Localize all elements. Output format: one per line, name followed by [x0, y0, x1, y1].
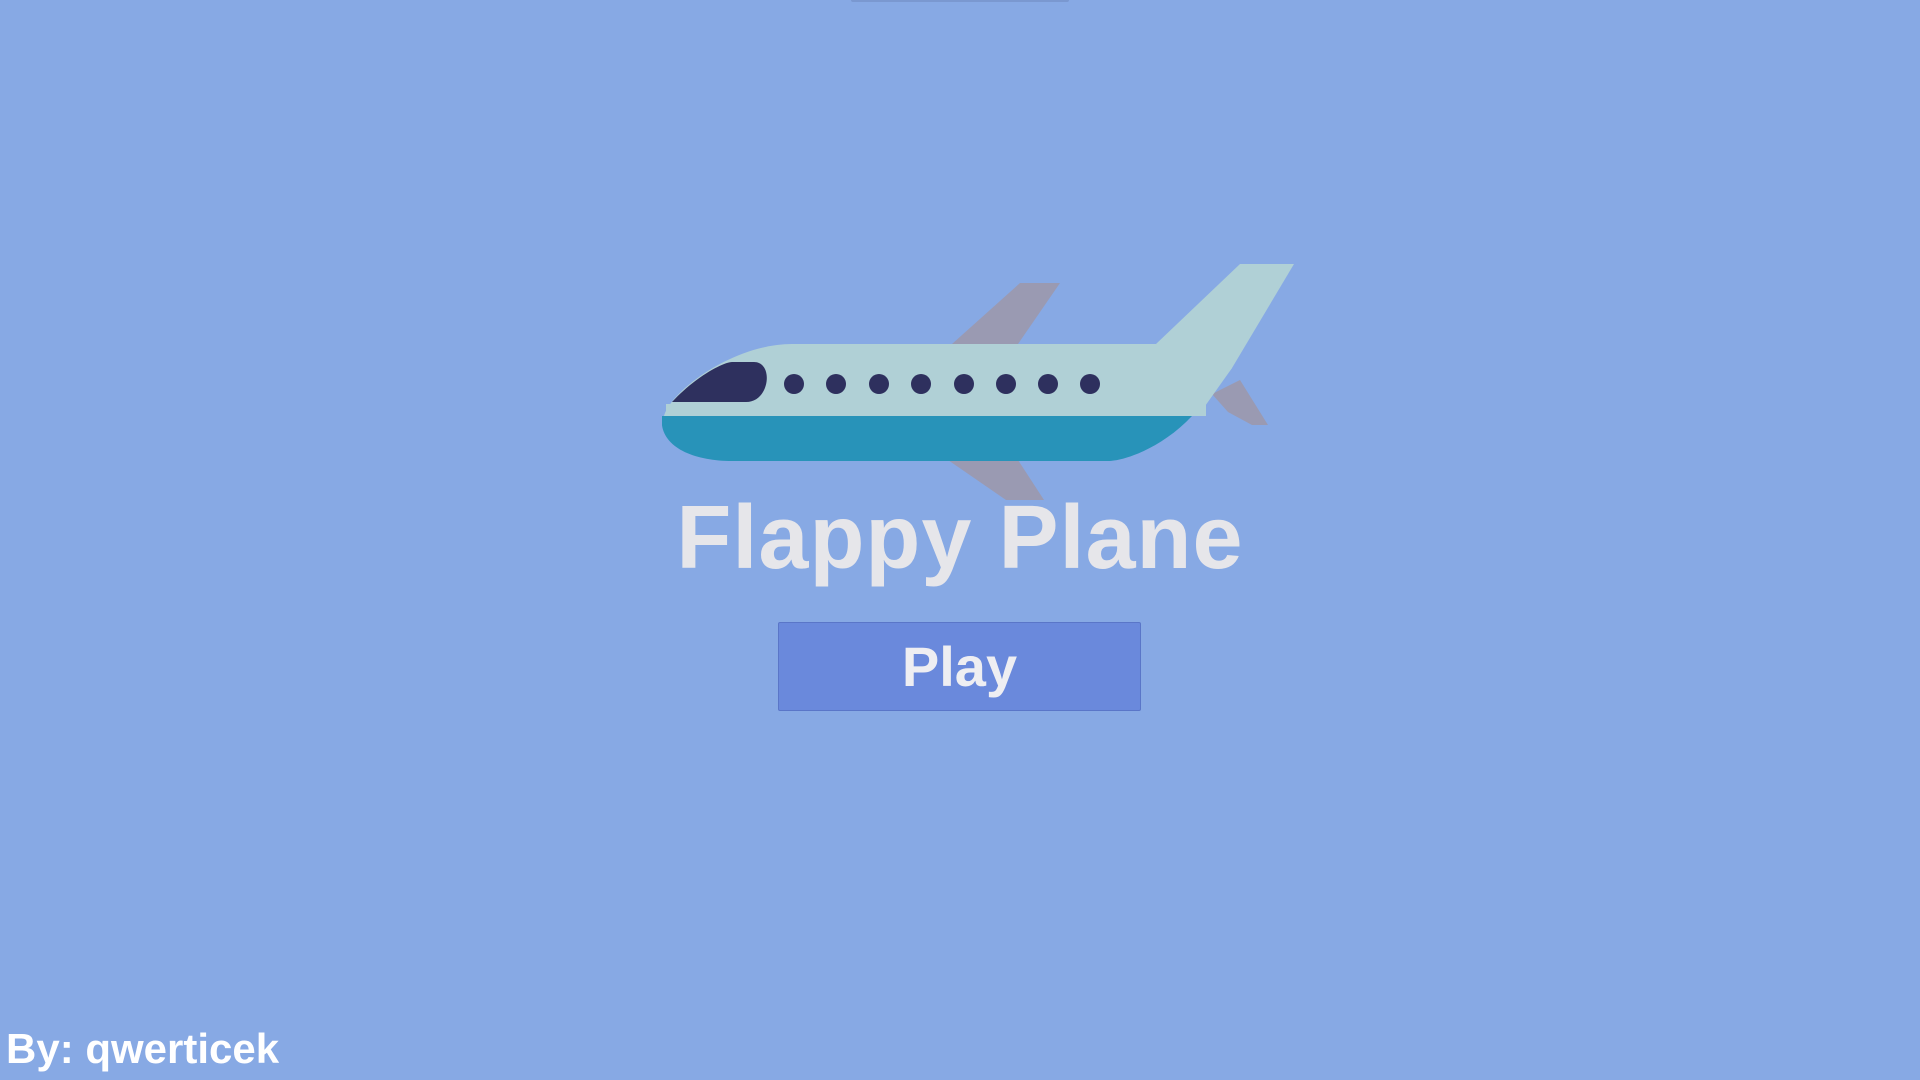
author-credit: By: qwerticek: [6, 1025, 280, 1072]
game-title: Flappy Plane: [676, 488, 1244, 588]
top-edge-indicator: [851, 0, 1069, 2]
airplane-icon: [662, 262, 1296, 506]
play-button[interactable]: Play: [778, 622, 1141, 711]
